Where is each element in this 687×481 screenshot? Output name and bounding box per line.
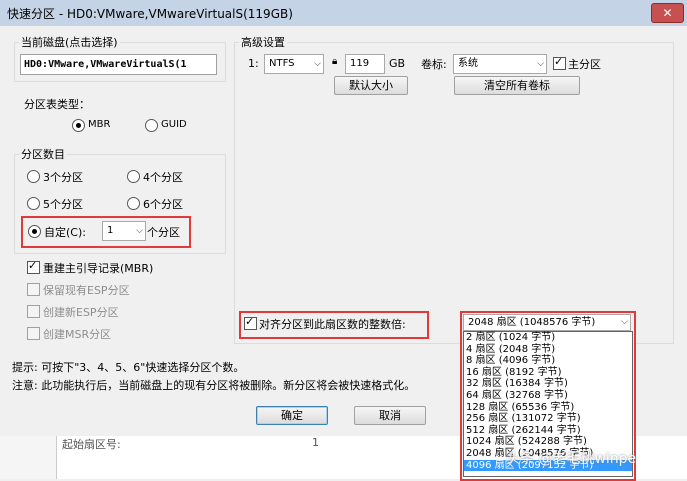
create-esp-label: 创建新ESP分区 [43, 306, 119, 319]
align-option[interactable]: 2 扇区 (1024 字节) [464, 332, 632, 344]
volume-label-select[interactable]: 系统 ⌵ [453, 54, 547, 74]
partition-count-legend: 分区数目 [19, 146, 67, 162]
guid-radio[interactable] [145, 119, 158, 132]
volume-label-caption: 卷标: [421, 58, 447, 71]
row-index: 1: [248, 57, 259, 70]
align-option[interactable]: 64 扇区 (32768 字节) [464, 390, 632, 402]
custom-count-label: 自定(C): [44, 226, 86, 239]
custom-count-value: 1 [107, 225, 114, 236]
disk-selector[interactable]: HD0:VMware,VMwareVirtualS(1 [20, 54, 217, 75]
mbr-radio[interactable] [72, 119, 85, 132]
clear-labels-button[interactable]: 清空所有卷标 [454, 76, 580, 95]
count-6-radio[interactable] [127, 197, 140, 210]
close-icon: ✕ [662, 6, 673, 20]
rebuild-mbr-label: 重建主引导记录(MBR) [43, 262, 154, 275]
filesystem-select[interactable]: NTFS ⌵ [264, 54, 324, 74]
ok-button[interactable]: 确定 [256, 406, 328, 425]
size-unit: GB [389, 57, 406, 70]
count-5-radio[interactable] [27, 197, 40, 210]
create-msr-checkbox[interactable] [27, 327, 40, 340]
lock-icon[interactable]: 🔒︎ [332, 56, 337, 67]
custom-count-radio[interactable] [28, 225, 41, 238]
filesystem-value: NTFS [269, 58, 295, 69]
align-option[interactable]: 1024 扇区 (524288 字节) [464, 436, 632, 448]
count-5-label: 5个分区 [43, 198, 83, 211]
watermark: 头条 @老毛桃winpe [506, 451, 637, 467]
count-3-label: 3个分区 [43, 171, 83, 184]
rebuild-mbr-checkbox[interactable] [27, 259, 40, 274]
cancel-button[interactable]: 取消 [354, 406, 426, 425]
align-selected-value: 2048 扇区 (1048576 字节) [468, 317, 596, 328]
count-4-label: 4个分区 [143, 171, 183, 184]
count-4-radio[interactable] [127, 170, 140, 183]
count-3-radio[interactable] [27, 170, 40, 183]
primary-checkbox[interactable] [553, 55, 566, 70]
chevron-down-icon: ⌵ [314, 59, 321, 69]
default-size-button[interactable]: 默认大小 [334, 76, 408, 95]
count-6-label: 6个分区 [143, 198, 183, 211]
size-input[interactable]: 119 [345, 54, 385, 74]
align-option[interactable]: 512 扇区 (262144 字节) [464, 425, 632, 437]
align-option[interactable]: 4 扇区 (2048 字节) [464, 344, 632, 356]
chevron-down-icon: ⌵ [136, 226, 143, 236]
hint-note: 注意: 此功能执行后，当前磁盘上的现有分区将被删除。新分区将会被快速格式化。 [12, 379, 416, 392]
align-checkbox[interactable] [244, 315, 257, 330]
create-msr-label: 创建MSR分区 [43, 328, 112, 341]
align-label: 对齐分区到此扇区数的整数倍: [259, 318, 406, 331]
table-type-legend: 分区表类型： [22, 96, 92, 112]
close-button[interactable]: ✕ [651, 3, 684, 23]
align-select[interactable]: 2048 扇区 (1048576 字节) ⌵ [463, 314, 631, 331]
mbr-label: MBR [88, 119, 111, 130]
advanced-legend: 高级设置 [239, 34, 287, 50]
disk-legend: 当前磁盘(点击选择) [19, 34, 120, 50]
keep-esp-checkbox[interactable] [27, 283, 40, 296]
create-esp-checkbox[interactable] [27, 305, 40, 318]
chevron-down-icon: ⌵ [537, 59, 544, 69]
chevron-down-icon: ⌵ [621, 317, 628, 327]
window-title: 快速分区 - HD0:VMware,VMwareVirtualS(119GB) [7, 7, 293, 21]
hint-tip: 提示: 可按下"3、4、5、6"快速选择分区个数。 [12, 361, 245, 374]
background-value: 1 [312, 436, 319, 449]
primary-label: 主分区 [568, 58, 601, 71]
align-option[interactable]: 256 扇区 (131072 字节) [464, 413, 632, 425]
custom-count-suffix: 个分区 [147, 226, 180, 239]
align-option[interactable]: 16 扇区 (8192 字节) [464, 367, 632, 379]
background-sidebar [0, 436, 57, 479]
volume-label-value: 系统 [458, 58, 478, 69]
custom-count-select[interactable]: 1 ⌵ [102, 221, 146, 241]
title-bar: 快速分区 - HD0:VMware,VMwareVirtualS(119GB) … [0, 0, 687, 27]
align-option[interactable]: 32 扇区 (16384 字节) [464, 378, 632, 390]
background-label: 起始扇区号: [62, 438, 121, 451]
guid-label: GUID [161, 119, 187, 130]
keep-esp-label: 保留现有ESP分区 [43, 284, 130, 297]
align-option[interactable]: 8 扇区 (4096 字节) [464, 355, 632, 367]
align-option[interactable]: 128 扇区 (65536 字节) [464, 402, 632, 414]
